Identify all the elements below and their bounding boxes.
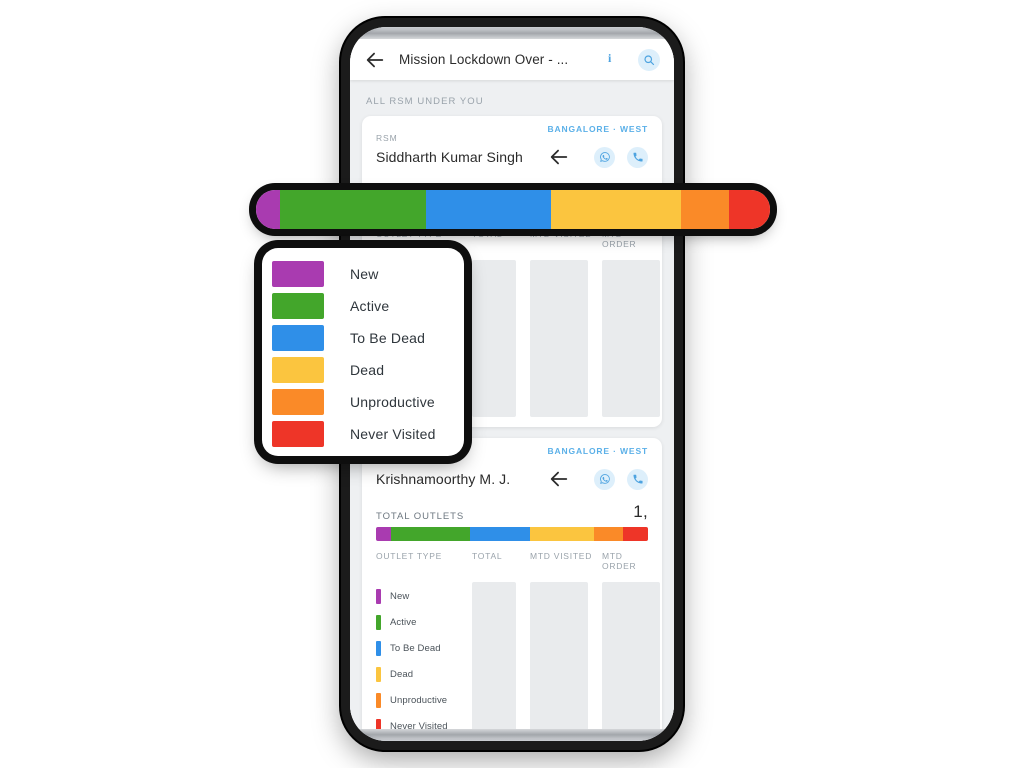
magnified-legend-swatch-icon [272,389,324,415]
legend-label: New [390,590,410,602]
magnified-legend-swatch-icon [272,421,324,447]
magnified-legend-row: New [262,258,464,290]
legend-swatch-icon [376,666,381,682]
col-total: TOTAL [472,229,503,239]
magnified-bar-segment-dead [551,190,681,229]
total-outlets-value: 1, [633,502,648,521]
col-outlet-type: OUTLET TYPE [376,551,443,561]
skeleton-col-total [472,582,516,729]
drilldown-arrow-icon[interactable] [548,468,570,490]
magnified-bar-segment-unproductive [680,190,730,229]
magnified-stacked-bar-callout [256,190,770,229]
card-header: BANGALORE · WEST RSM Siddharth Kumar Sin… [362,116,662,168]
info-icon[interactable]: i [608,51,626,69]
magnified-bar-segment-active [280,190,427,229]
legend-label: Dead [390,668,414,680]
skeleton-col-mtd-order [602,260,660,417]
whatsapp-icon[interactable] [594,468,615,490]
magnified-legend-row: To Be Dead [262,322,464,354]
magnified-bar-segment-new [256,190,281,229]
rsm-card[interactable]: BANGALORE · WEST RSM Krishnamoorthy M. J… [362,438,662,729]
total-outlets-row: TOTAL OUTLETS 1, [362,490,662,527]
region-label: BANGALORE · WEST [547,124,648,134]
whatsapp-icon[interactable] [594,146,615,168]
legend-row: Active [376,609,472,635]
app-bar: Mission Lockdown Over - ... i [350,39,674,80]
section-label: ALL RSM UNDER YOU [366,96,484,107]
skeleton-col-mtd-visited [530,582,588,729]
magnified-legend-label: New [350,266,379,282]
rsm-name: Krishnamoorthy M. J. [376,471,511,487]
rsm-name: Siddharth Kumar Singh [376,149,523,165]
bar-segment-new[interactable] [376,527,391,541]
magnified-legend-label: Never Visited [350,426,436,442]
magnified-legend-row: Active [262,290,464,322]
magnified-legend-row: Never Visited [262,418,464,450]
magnified-legend-label: Dead [350,362,385,378]
page-title: Mission Lockdown Over - ... [399,52,569,67]
magnified-legend-swatch-icon [272,325,324,351]
table-body: New Active To Be Dead Dead Unproductive Never… [362,579,662,729]
magnified-bar-segment-never-visited [729,190,770,229]
col-total: TOTAL [472,551,503,561]
legend-column: New Active To Be Dead Dead Unproductive Never… [376,579,472,729]
legend-swatch-icon [376,588,381,604]
bar-segment-active[interactable] [390,527,470,541]
bar-segment-never-visited[interactable] [623,527,648,541]
col-mtd-visited: MTD VISITED [530,551,593,561]
legend-swatch-icon [376,640,381,656]
legend-label: Never Visited [390,720,448,730]
legend-label: Unproductive [390,694,448,706]
legend-row: To Be Dead [376,635,472,661]
phone-call-icon[interactable] [627,146,648,168]
bar-segment-dead[interactable] [529,527,594,541]
magnified-bar-segment-to-be-dead [426,190,552,229]
bar-segment-unproductive[interactable] [593,527,624,541]
col-mtd-order: MTD ORDER [602,229,637,249]
legend-swatch-icon [376,692,381,708]
legend-swatch-icon [376,718,381,729]
legend-swatch-icon [376,614,381,630]
magnified-legend-label: Active [350,298,390,314]
search-icon[interactable] [638,48,660,71]
legend-row: Dead [376,661,472,687]
magnified-legend-callout: New Active To Be Dead Dead Unproductive Never… [262,248,464,456]
magnified-legend-swatch-icon [272,293,324,319]
legend-label: To Be Dead [390,642,441,654]
rsm-name-row: Siddharth Kumar Singh [376,146,648,168]
legend-row: Never Visited [376,713,472,729]
rsm-role-label: RSM [376,455,398,465]
legend-label: Active [390,616,417,628]
skeleton-col-mtd-order [602,582,660,729]
col-mtd-visited: MTD VISITED [530,229,593,239]
device-bottom-edge [350,727,674,741]
rsm-role-label: RSM [376,133,398,143]
total-outlets-label: TOTAL OUTLETS [376,511,465,522]
region-label: BANGALORE · WEST [547,446,648,456]
skeleton-col-mtd-visited [530,260,588,417]
stacked-bar-chart[interactable] [376,527,648,541]
info-icon-glyph: i [608,50,612,65]
magnified-legend-swatch-icon [272,261,324,287]
magnified-legend-label: Unproductive [350,394,435,410]
table-header-row: OUTLET TYPE TOTAL MTD VISITED MTD ORDER [362,541,662,579]
skeleton-col-total [472,260,516,417]
back-arrow-icon[interactable] [364,49,386,71]
magnified-legend-row: Unproductive [262,386,464,418]
skeleton-columns [472,257,660,417]
col-outlet-type: OUTLET TYPE [376,229,443,239]
col-mtd-order: MTD ORDER [602,551,637,571]
magnified-legend-swatch-icon [272,357,324,383]
magnified-legend-label: To Be Dead [350,330,426,346]
legend-row: Unproductive [376,687,472,713]
bar-segment-to-be-dead[interactable] [469,527,530,541]
skeleton-columns [472,579,660,729]
phone-call-icon[interactable] [627,468,648,490]
drilldown-arrow-icon[interactable] [548,146,570,168]
legend-row: New [376,583,472,609]
magnified-legend-row: Dead [262,354,464,386]
rsm-name-row: Krishnamoorthy M. J. [376,468,648,490]
